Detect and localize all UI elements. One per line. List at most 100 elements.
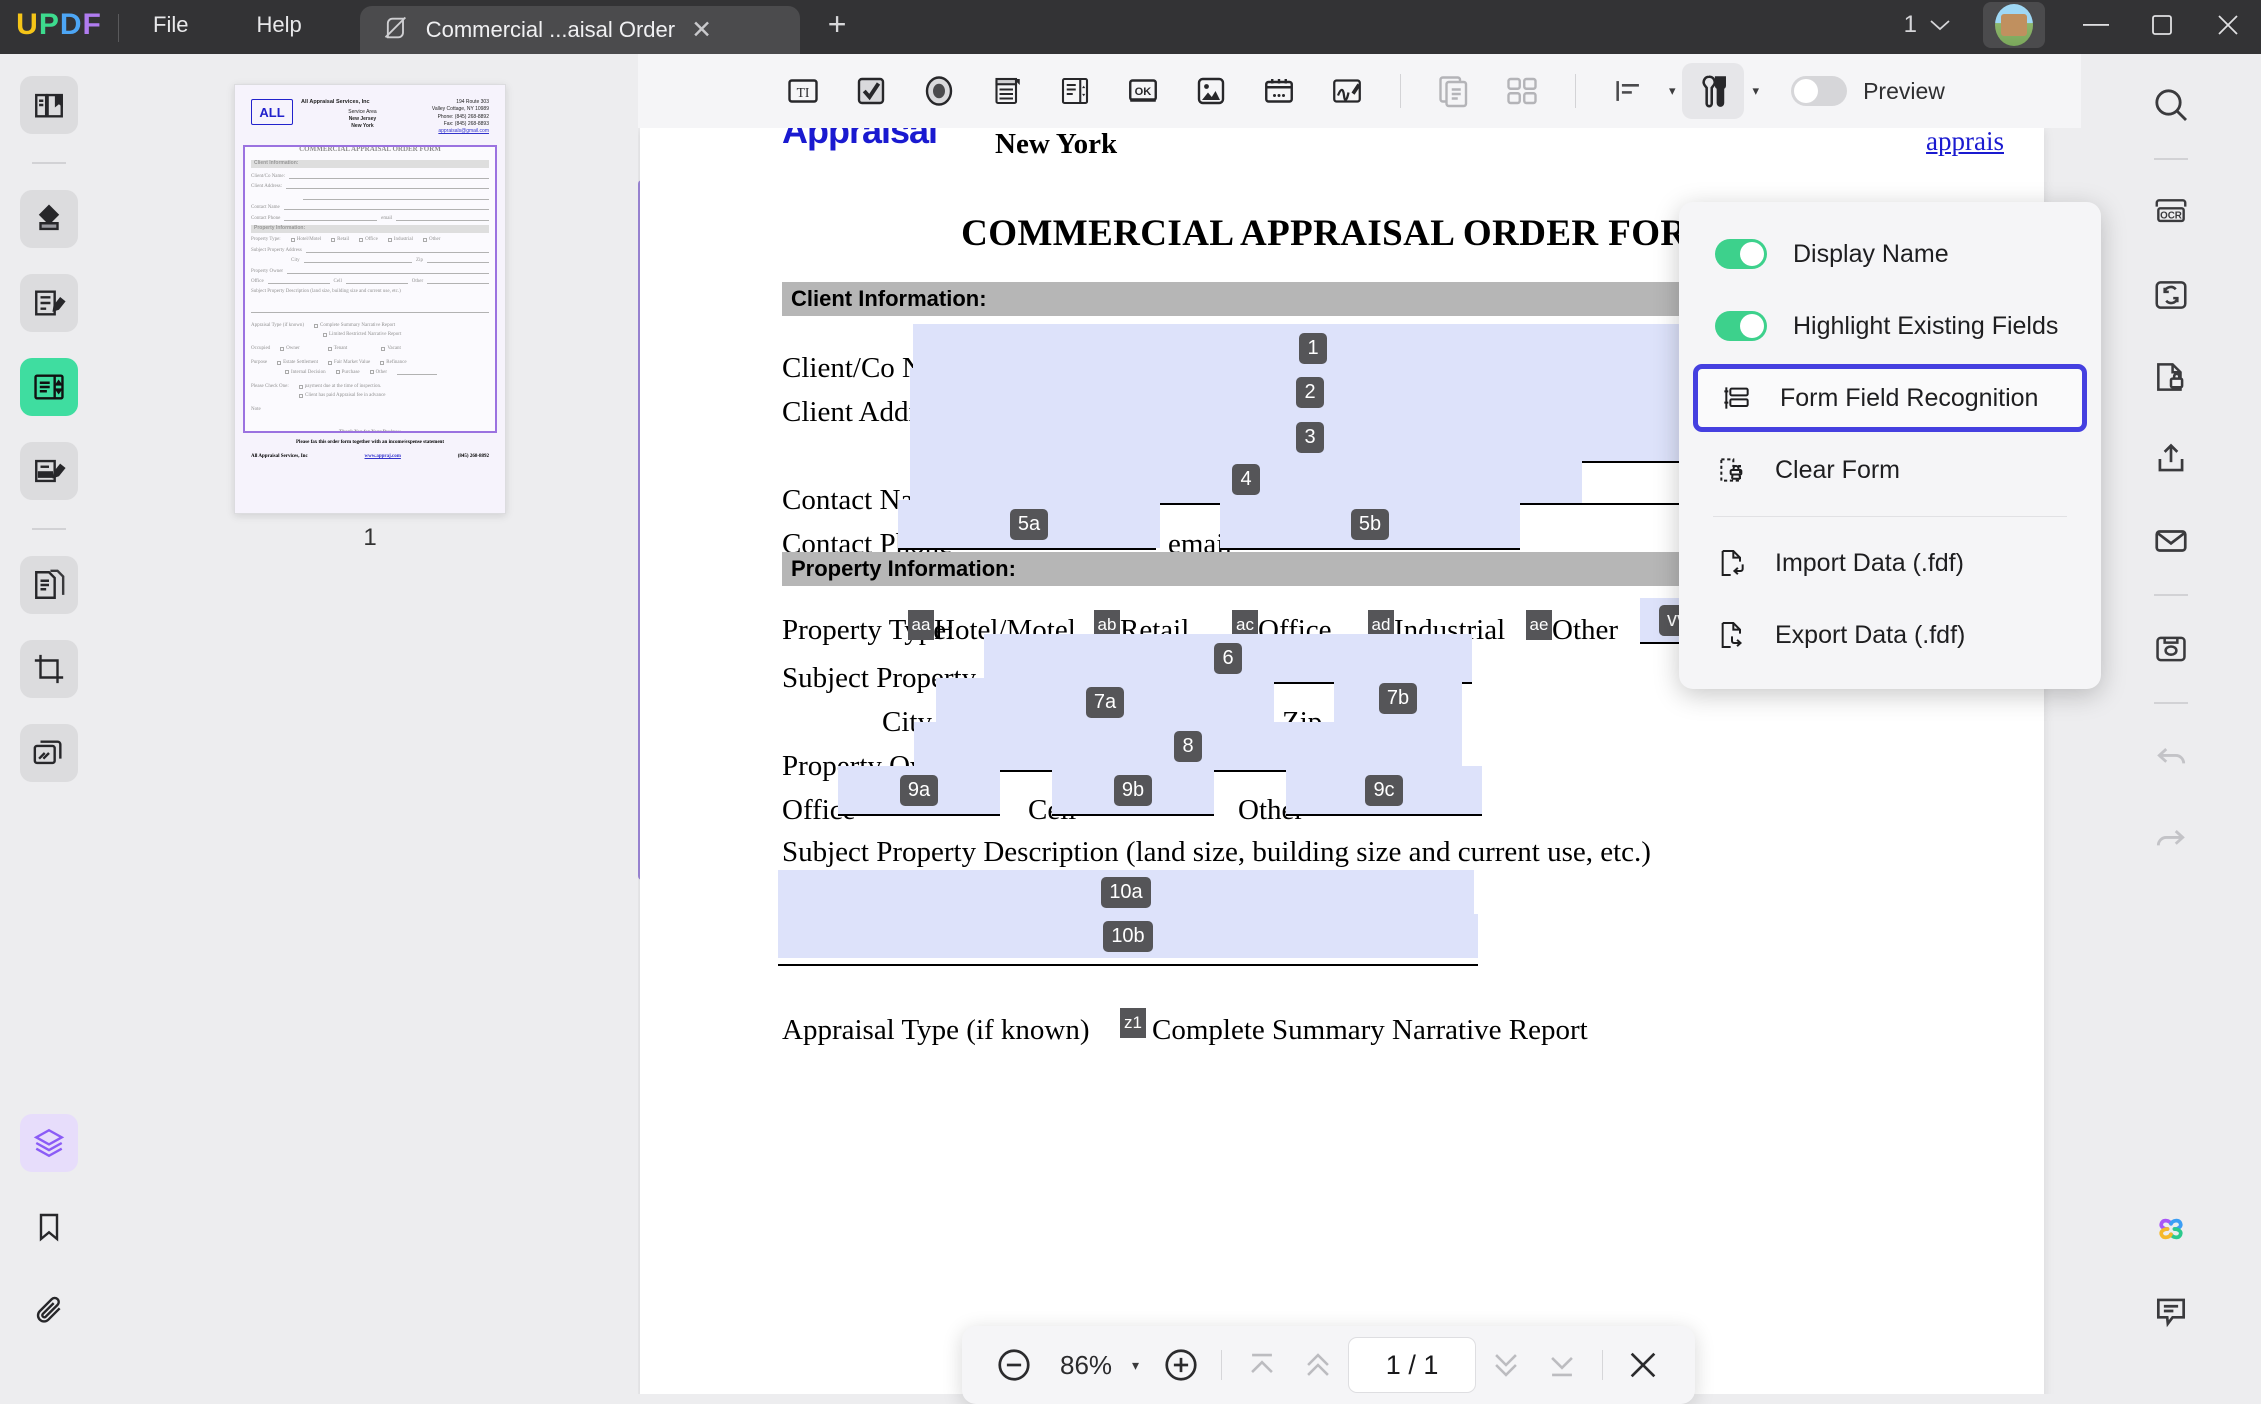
close-window-button[interactable] xyxy=(2195,0,2261,52)
tab-order-button[interactable] xyxy=(1491,63,1553,119)
field-contact-name[interactable]: 4 xyxy=(910,455,1582,503)
page-indicator[interactable]: 1 / 1 xyxy=(1348,1337,1476,1393)
ai-assistant-button[interactable] xyxy=(2142,1200,2200,1258)
field-contact-phone[interactable]: 5a xyxy=(898,500,1160,548)
zoom-out-button[interactable] xyxy=(988,1339,1040,1391)
underline-cell xyxy=(1052,814,1214,816)
sidebar-item-bookmark[interactable] xyxy=(20,1198,78,1256)
sidebar-item-crop[interactable] xyxy=(20,640,78,698)
form-field-recognition-icon xyxy=(1720,382,1754,414)
comments-button[interactable] xyxy=(2142,1282,2200,1340)
image-field-tool[interactable] xyxy=(1180,63,1242,119)
field-email[interactable]: 5b xyxy=(1220,500,1520,548)
form-settings-button[interactable] xyxy=(1682,63,1744,119)
maximize-button[interactable] xyxy=(2129,0,2195,52)
settings-caret-icon[interactable]: ▾ xyxy=(1753,83,1760,99)
undo-button[interactable] xyxy=(2142,728,2200,786)
field-city[interactable]: 7a xyxy=(936,678,1274,726)
display-name-toggle[interactable] xyxy=(1715,239,1767,269)
display-name-toggle-item[interactable]: Display Name xyxy=(1679,218,2101,290)
field-description-2[interactable]: 10b xyxy=(778,914,1478,958)
svg-text:OCR: OCR xyxy=(2160,210,2182,221)
field-client-name[interactable]: 1 xyxy=(913,324,1713,372)
ocr-button[interactable]: OCR xyxy=(2142,184,2200,242)
form-field-recognition-item[interactable]: Form Field Recognition xyxy=(1693,364,2087,432)
sidebar-item-edit-pdf[interactable] xyxy=(20,274,78,332)
signature-field-tool[interactable] xyxy=(1316,63,1378,119)
sidebar-item-convert[interactable] xyxy=(20,556,78,614)
field-tag-client-name: 1 xyxy=(1299,333,1326,364)
underline-contact-phone xyxy=(898,548,1156,550)
import-data-item[interactable]: Import Data (.fdf) xyxy=(1679,527,2101,599)
zoom-in-button[interactable] xyxy=(1155,1339,1207,1391)
new-tab-button[interactable]: + xyxy=(828,8,847,40)
field-zip[interactable]: 7b xyxy=(1334,674,1462,722)
search-button[interactable] xyxy=(2142,76,2200,134)
list-box-tool[interactable] xyxy=(1044,63,1106,119)
push-button-tool[interactable]: OK xyxy=(1112,63,1174,119)
field-other[interactable]: 9c xyxy=(1286,766,1482,814)
highlight-existing-fields-toggle-item[interactable]: Highlight Existing Fields xyxy=(1679,290,2101,362)
thumbnail-fax-note: Please fax this order form together with… xyxy=(251,440,489,445)
sidebar-item-form[interactable] xyxy=(20,358,78,416)
close-toolbar-button[interactable] xyxy=(1617,1339,1669,1391)
highlight-existing-fields-toggle[interactable] xyxy=(1715,311,1767,341)
checkbox-tag-hotel[interactable]: aa xyxy=(908,610,934,640)
protect-button[interactable] xyxy=(2142,348,2200,406)
clear-form-label: Clear Form xyxy=(1775,456,1900,485)
field-description-1[interactable]: 10a xyxy=(778,870,1474,914)
field-property-owner[interactable]: 8 xyxy=(914,722,1462,770)
sidebar-item-sign[interactable] xyxy=(20,442,78,500)
checkbox-tool[interactable] xyxy=(840,63,902,119)
align-fields-button[interactable] xyxy=(1598,63,1660,119)
checkbox-tag-other[interactable]: ae xyxy=(1526,610,1552,640)
first-page-button[interactable] xyxy=(1236,1339,1288,1391)
clear-form-item[interactable]: Clear Form xyxy=(1679,434,2101,506)
previous-page-button[interactable] xyxy=(1292,1339,1344,1391)
sidebar-item-layers[interactable] xyxy=(20,1114,78,1172)
page-thumbnail[interactable]: ALL All Appraisal Services, Inc Service … xyxy=(234,84,506,514)
document-tab[interactable]: Commercial ...aisal Order ✕ xyxy=(360,6,800,54)
redo-button[interactable] xyxy=(2142,810,2200,868)
radio-button-tool[interactable] xyxy=(908,63,970,119)
logo-letter-d: D xyxy=(60,8,83,42)
last-page-button[interactable] xyxy=(1536,1339,1588,1391)
right-rail-divider-3 xyxy=(2154,702,2188,704)
menu-help[interactable]: Help xyxy=(222,0,335,54)
window-list-button[interactable]: 1 xyxy=(1890,11,1965,39)
field-office[interactable]: 9a xyxy=(838,766,1000,814)
checkbox-tag-appraisal[interactable]: z1 xyxy=(1120,1008,1146,1038)
sidebar-item-annotate[interactable] xyxy=(20,190,78,248)
save-as-button[interactable] xyxy=(2142,620,2200,678)
sidebar-item-organize[interactable] xyxy=(20,724,78,782)
email-button[interactable] xyxy=(2142,512,2200,570)
toolbar-divider-1 xyxy=(1400,74,1401,108)
thumbnail-footer-company: All Appraisal Services, Inc xyxy=(251,454,308,459)
field-client-address-2[interactable]: 3 xyxy=(910,413,1710,461)
field-client-address[interactable]: 2 xyxy=(910,368,1710,416)
duplicate-fields-button[interactable] xyxy=(1423,63,1485,119)
compare-button[interactable] xyxy=(2142,266,2200,324)
next-page-button[interactable] xyxy=(1480,1339,1532,1391)
document-email-link[interactable]: apprais xyxy=(1926,128,2004,157)
minimize-button[interactable] xyxy=(2063,0,2129,52)
export-data-item[interactable]: Export Data (.fdf) xyxy=(1679,599,2101,671)
text-field-tool[interactable]: TI xyxy=(772,63,834,119)
underline-other xyxy=(1286,814,1482,816)
field-cell[interactable]: 9b xyxy=(1052,766,1214,814)
date-field-tool[interactable] xyxy=(1248,63,1310,119)
thumbnail-email: appraisals@gmail.com xyxy=(432,128,489,135)
zoom-dropdown-caret-icon[interactable]: ▾ xyxy=(1132,1357,1151,1374)
field-tag-contact-name: 4 xyxy=(1232,464,1259,495)
sidebar-item-reader[interactable] xyxy=(20,76,78,134)
menu-file[interactable]: File xyxy=(119,0,222,54)
align-caret-icon[interactable]: ▾ xyxy=(1669,83,1676,99)
preview-toggle[interactable] xyxy=(1791,76,1847,106)
share-button[interactable] xyxy=(2142,430,2200,488)
preview-toggle-group[interactable]: Preview xyxy=(1791,76,1945,106)
dropdown-tool[interactable] xyxy=(976,63,1038,119)
avatar[interactable] xyxy=(1983,2,2045,48)
tab-close-icon[interactable]: ✕ xyxy=(691,18,712,43)
sidebar-item-attachment[interactable] xyxy=(20,1282,78,1340)
title-bar: UPDF File Help Commercial ...aisal Order… xyxy=(0,0,2261,54)
